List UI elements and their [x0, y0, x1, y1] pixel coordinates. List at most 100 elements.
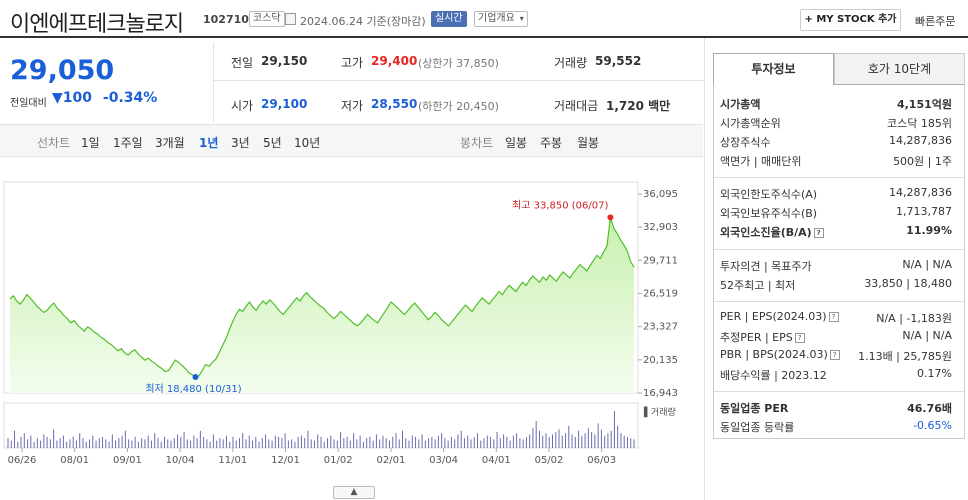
x-tick-label: 11/01 — [218, 455, 247, 466]
tab-investment-info[interactable]: 투자정보 — [713, 53, 834, 85]
header-divider — [0, 36, 968, 38]
candle-chart-label: 봉차트 — [460, 136, 494, 150]
price-chart[interactable]: 36,095 32,903 29,711 26,519 23,327 20,135 16,9… — [0, 160, 704, 486]
x-tick-label: 08/01 — [60, 455, 89, 466]
high-label: 고가 — [341, 56, 364, 70]
y-tick-label: 32,903 — [643, 222, 678, 233]
x-tick-label: 02/01 — [376, 455, 405, 466]
info-value: 14,287,836 — [889, 134, 952, 147]
period-1w[interactable]: 1주일 — [113, 134, 143, 151]
period-3y[interactable]: 3년 — [231, 134, 250, 151]
divider — [713, 177, 965, 178]
candle-daily[interactable]: 일봉 — [505, 134, 527, 151]
info-value: 11.99% — [906, 224, 952, 237]
info-value: 46.76배 — [907, 402, 952, 415]
info-label: 동일업종 등락률 — [720, 421, 795, 434]
low-value: 28,550 — [371, 97, 418, 111]
change-label: 전일대비 — [10, 98, 47, 109]
y-tick-label: 16,943 — [643, 388, 678, 399]
info-value: 500원 | 1주 — [893, 155, 952, 168]
lower-limit: (하한가 20,450) — [418, 100, 499, 113]
info-value: 0.17% — [917, 367, 952, 380]
line-chart-label: 선차트 — [37, 136, 71, 150]
change-value: ▼100 -0.34% — [52, 90, 157, 106]
candle-monthly[interactable]: 월봉 — [577, 134, 599, 151]
info-label: 액면가 | 매매단위 — [720, 155, 802, 168]
info-value: N/A | N/A — [902, 329, 952, 342]
info-label: 외국인보유주식수(B) — [720, 207, 818, 220]
x-tick-label: 05/02 — [535, 455, 564, 466]
info-value: N/A | -1,183원 — [876, 312, 952, 325]
info-value: 4,151억원 — [896, 98, 952, 111]
x-tick-label: 06/03 — [587, 455, 616, 466]
my-stock-add-button[interactable]: + MY STOCK 추가 — [800, 9, 901, 31]
info-label: 시가총액 — [720, 98, 761, 111]
tab-orderbook[interactable]: 호가 10단계 — [834, 53, 965, 85]
info-label: 외국인한도주식수(A) — [720, 188, 818, 201]
candle-weekly[interactable]: 주봉 — [540, 134, 562, 151]
high-value: 29,400 — [371, 54, 418, 68]
trade-value-label: 거래대금 — [554, 99, 599, 113]
help-icon[interactable]: ? — [828, 312, 839, 322]
open-value: 29,100 — [261, 97, 308, 111]
x-tick-label: 12/01 — [271, 455, 300, 466]
tab-underline — [834, 84, 965, 85]
info-label: PBR | BPS(2024.03)? — [720, 348, 840, 361]
divider — [713, 391, 965, 392]
period-1d[interactable]: 1일 — [81, 134, 100, 151]
volume-label: ▌거래량 — [643, 406, 676, 418]
volume-value: 59,552 — [595, 54, 642, 68]
quick-order-link[interactable]: 빠른주문 — [915, 13, 955, 29]
info-label: 시가총액순위 — [720, 117, 781, 130]
date-text: 2024.06.24 기준(장마감) — [300, 15, 426, 28]
info-label: 동일업종 PER — [720, 402, 789, 415]
prev-close-value: 29,150 — [261, 54, 308, 68]
prev-close-label: 전일 — [231, 56, 254, 70]
min-marker — [192, 374, 199, 381]
help-icon[interactable]: ? — [794, 333, 805, 343]
period-3m[interactable]: 3개월 — [155, 134, 185, 151]
info-label: 추정PER | EPS? — [720, 329, 805, 345]
y-tick-label: 23,327 — [643, 322, 678, 333]
period-1y[interactable]: 1년 — [199, 134, 218, 151]
info-label: 52주최고 | 최저 — [720, 279, 796, 292]
current-price: 29,050 — [10, 55, 115, 86]
divider — [704, 38, 705, 500]
info-value: 33,850 | 18,480 — [864, 277, 952, 290]
x-tick-label: 06/26 — [8, 455, 37, 466]
period-5y[interactable]: 5년 — [263, 134, 282, 151]
x-tick-label: 01/02 — [324, 455, 353, 466]
info-value: 1.13배 | 25,785원 — [858, 350, 952, 363]
info-label: 외국인소진율(B/A)? — [720, 224, 824, 240]
x-tick-label: 10/04 — [166, 455, 195, 466]
down-arrow-icon: ▼ — [52, 90, 63, 106]
info-label: 상장주식수 — [720, 136, 771, 149]
info-value: -0.65% — [913, 419, 952, 432]
change-percent: -0.34% — [102, 90, 158, 106]
max-annotation: 최고 33,850 (06/07) — [512, 199, 608, 211]
help-icon[interactable]: ? — [829, 350, 840, 360]
x-tick-label: 04/01 — [482, 455, 511, 466]
divider — [713, 301, 965, 302]
market-badge: 코스닥 — [249, 11, 285, 27]
company-overview-button[interactable]: 기업개요 ▾ — [474, 11, 528, 27]
help-icon[interactable]: ? — [813, 228, 824, 238]
info-value: N/A | N/A — [902, 258, 952, 271]
divider — [213, 42, 214, 122]
period-10y[interactable]: 10년 — [294, 134, 320, 151]
y-tick-label: 20,135 — [643, 355, 678, 366]
low-label: 저가 — [341, 99, 364, 113]
change-amount: 100 — [62, 90, 93, 106]
calendar-icon — [285, 13, 296, 25]
open-label: 시가 — [231, 99, 254, 113]
company-overview-label: 기업개요 — [478, 13, 515, 24]
info-label: 투자의견 | 목표주가 — [720, 260, 812, 273]
stock-name: 이엔에프테크놀로지 — [10, 12, 184, 37]
realtime-badge[interactable]: 실시간 — [431, 11, 467, 27]
x-tick-label: 09/01 — [113, 455, 142, 466]
collapse-chart-button[interactable]: ▲ — [333, 486, 375, 499]
info-value: 코스닥 185위 — [887, 117, 952, 130]
divider — [214, 80, 704, 81]
min-annotation: 최저 18,480 (10/31) — [145, 383, 241, 395]
x-tick-label: 03/04 — [429, 455, 458, 466]
